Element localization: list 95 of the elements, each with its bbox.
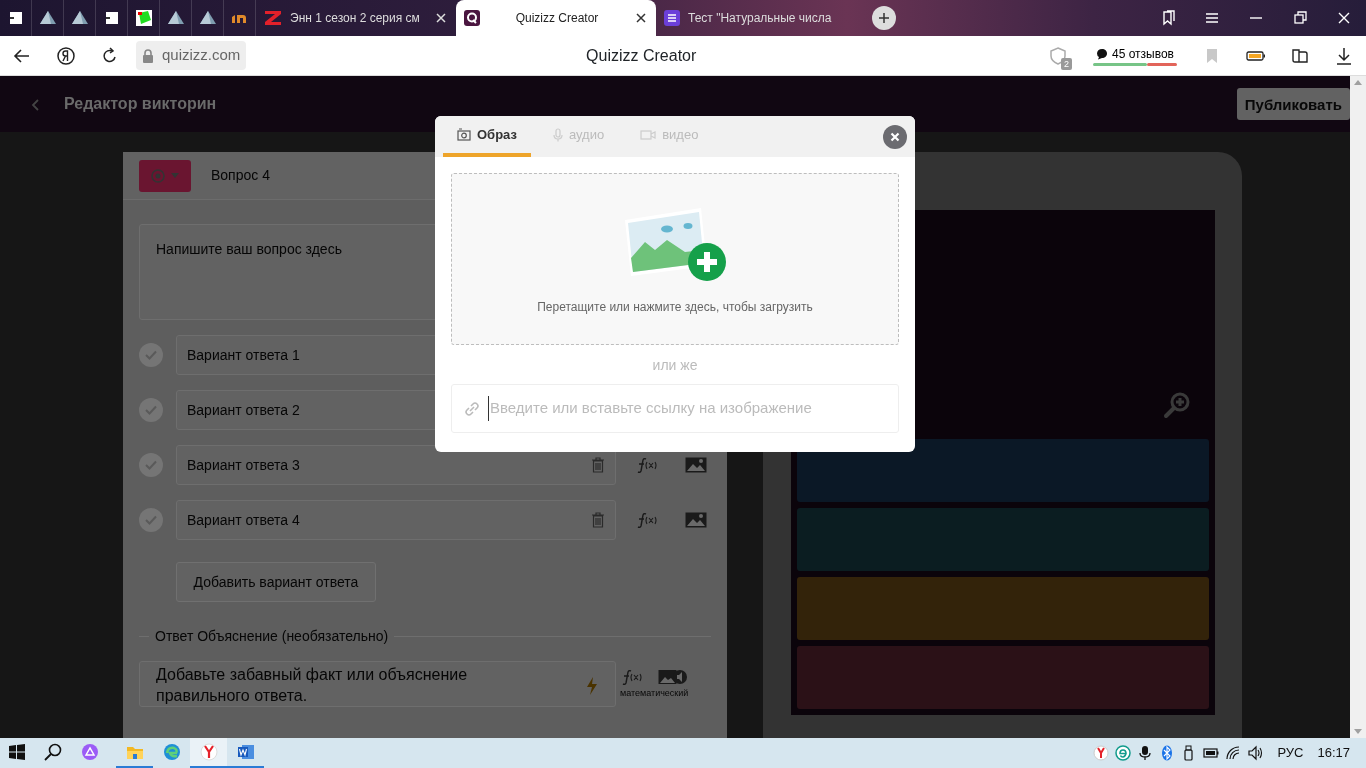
publish-button[interactable]: Публиковать <box>1236 88 1350 120</box>
explanation-field[interactable]: Добавьте забавный факт или объяснение правильного ответа. <box>139 661 616 707</box>
formula-icon <box>635 457 657 473</box>
tray-button[interactable] <box>1225 745 1242 761</box>
page-icon <box>8 11 23 25</box>
browser-icon <box>199 743 218 761</box>
question-label: Вопрос 4 <box>211 166 270 185</box>
check-icon <box>145 515 157 525</box>
search-icon <box>43 743 62 761</box>
document-icon <box>236 743 255 761</box>
pyramid-icon <box>198 10 217 26</box>
protection-button[interactable]: 2 <box>1036 35 1080 76</box>
tray-button[interactable] <box>1137 745 1154 761</box>
drop-zone[interactable]: Перетащите или нажмите здесь, чтобы загрузить <box>451 173 899 345</box>
correct-toggle[interactable] <box>139 343 163 367</box>
language-indicator[interactable]: РУС <box>1277 743 1304 763</box>
volume-icon <box>1247 745 1264 761</box>
browser-icon <box>1093 745 1110 761</box>
answer-field[interactable]: Вариант ответа 4 <box>176 500 616 540</box>
image-icon <box>685 457 707 473</box>
page-icon <box>104 11 119 25</box>
check-icon <box>145 350 157 360</box>
tool-label: математический <box>620 687 689 700</box>
video-camera-icon <box>640 128 657 141</box>
circled-letter-icon <box>56 45 76 66</box>
logo-icon <box>264 10 282 26</box>
pyramid-icon <box>166 10 185 26</box>
minimize-icon <box>1250 17 1262 19</box>
tray-button[interactable] <box>1203 745 1220 761</box>
page-title: Quizizz Creator <box>586 46 697 64</box>
link-icon <box>464 400 480 417</box>
separator-text: или же <box>651 356 699 375</box>
correct-toggle[interactable] <box>139 398 163 422</box>
wifi-icon <box>1225 745 1242 761</box>
camera-icon <box>457 128 471 141</box>
zoom-in-icon <box>1163 391 1191 419</box>
answer-field[interactable]: Вариант ответа 3 <box>176 445 616 485</box>
battery-icon <box>1203 745 1220 761</box>
microphone-icon <box>552 127 563 142</box>
reviews-button[interactable]: 45 отзывов <box>1080 35 1190 76</box>
caret-icon <box>171 173 179 178</box>
list-icon <box>664 10 680 26</box>
browser-tab[interactable]: Энн 1 сезон 2 серия см <box>256 0 456 36</box>
close-icon <box>634 11 648 25</box>
speech-bubble-icon <box>1096 48 1108 60</box>
assistant-icon <box>80 743 99 761</box>
rating-bar-icon <box>1093 63 1177 66</box>
restore-icon <box>1291 9 1309 27</box>
scrollbar[interactable] <box>1350 76 1366 738</box>
check-icon <box>145 460 157 470</box>
editor-title: Редактор викторин <box>64 94 217 114</box>
lock-icon <box>142 48 154 63</box>
trash-icon <box>591 512 605 528</box>
correct-toggle[interactable] <box>139 508 163 532</box>
count-badge: 2 <box>1061 57 1072 70</box>
section-label: Ответ Объяснение (необязательно) <box>155 627 389 646</box>
lightning-icon <box>585 676 599 696</box>
logo-icon <box>230 12 249 24</box>
scroll-up-icon <box>1354 80 1362 85</box>
close-icon <box>890 131 900 142</box>
pyramid-icon <box>38 10 57 26</box>
browser-tab[interactable]: Quizizz Creator <box>456 0 656 36</box>
plus-icon <box>878 12 890 24</box>
close-icon <box>434 11 448 25</box>
chevron-left-icon <box>30 97 42 112</box>
clock[interactable]: 16:17 <box>1317 743 1350 763</box>
new-tab-button[interactable] <box>872 6 896 30</box>
download-icon <box>1334 45 1354 66</box>
antivirus-icon <box>1115 745 1132 761</box>
media-tab[interactable]: Образ <box>443 116 531 157</box>
close-tab-button[interactable] <box>434 11 448 25</box>
taskbar-app[interactable] <box>190 738 227 768</box>
close-button[interactable] <box>883 124 907 149</box>
scroll-down-icon <box>1354 729 1362 734</box>
microphone-icon <box>1137 745 1154 761</box>
correct-toggle[interactable] <box>139 453 163 477</box>
target-icon <box>151 168 165 183</box>
formula-icon <box>620 669 643 685</box>
browser-icon <box>162 743 181 761</box>
browser-tab[interactable]: Тест "Натуральные числа <box>656 0 856 36</box>
tray-button[interactable] <box>1247 745 1264 761</box>
check-icon <box>145 405 157 415</box>
close-tab-button[interactable] <box>634 11 648 25</box>
formula-icon <box>635 512 657 528</box>
add-option-button[interactable]: Добавить вариант ответа <box>176 562 376 602</box>
logo-icon <box>135 10 152 26</box>
pyramid-icon <box>70 10 89 26</box>
url-field[interactable]: Введите или вставьте ссылку на изображение <box>451 384 899 433</box>
add-image-icon <box>623 206 727 284</box>
logo-icon <box>464 10 480 26</box>
windows-icon <box>9 744 25 760</box>
shield-icon <box>1049 45 1067 66</box>
trash-icon <box>591 457 605 473</box>
image-audio-icon <box>658 669 689 685</box>
image-icon <box>685 512 707 528</box>
